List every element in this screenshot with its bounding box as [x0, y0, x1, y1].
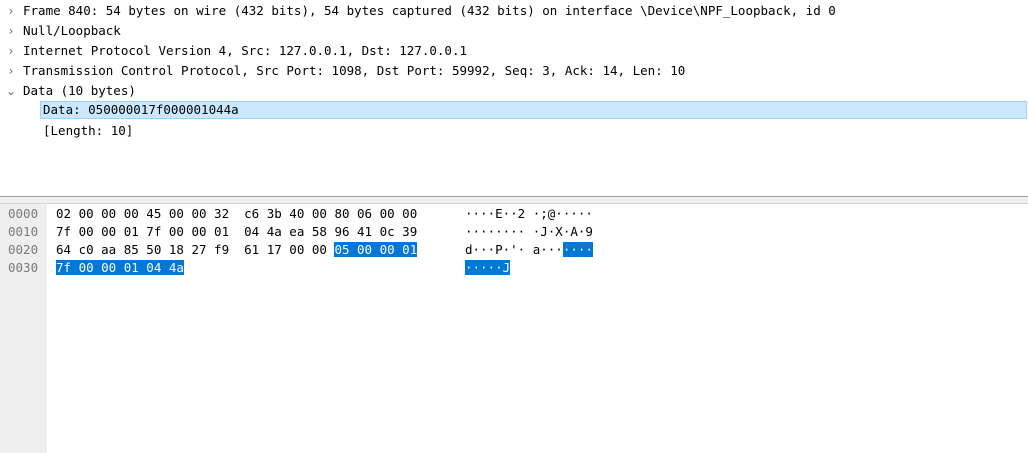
ascii-row[interactable]: ·····J: [465, 259, 511, 277]
tree-label-length: [Length: 10]: [43, 123, 134, 138]
chevron-right-icon[interactable]: ›: [6, 41, 16, 61]
tree-label-data-value: Data: 050000017f000001044a: [43, 102, 239, 117]
chevron-down-icon[interactable]: ⌄: [6, 81, 16, 101]
chevron-right-icon[interactable]: ›: [6, 21, 16, 41]
packet-details-pane[interactable]: › Frame 840: 54 bytes on wire (432 bits)…: [0, 0, 1028, 196]
tree-row-ipv4[interactable]: › Internet Protocol Version 4, Src: 127.…: [0, 41, 467, 61]
offset-label: 0010: [8, 224, 39, 239]
tree-row-length[interactable]: [Length: 10]: [0, 121, 133, 141]
hex-bytes-highlighted[interactable]: 7f 00 00 01 04 4a: [56, 260, 184, 275]
hex-bytes[interactable]: 64 c0 aa 85 50 18 27 f9 61 17 00 00: [56, 242, 334, 257]
offset-label: 0000: [8, 206, 39, 221]
chevron-right-icon[interactable]: ›: [6, 1, 16, 21]
ascii-chars-highlighted[interactable]: ····: [562, 242, 593, 257]
ascii-row[interactable]: d···P·'· a·······: [465, 241, 593, 259]
hex-row[interactable]: 64 c0 aa 85 50 18 27 f9 61 17 00 00 05 0…: [56, 241, 418, 259]
ascii-row[interactable]: ········ ·J·X·A·9: [465, 223, 593, 241]
hex-row[interactable]: 02 00 00 00 45 00 00 32 c6 3b 40 00 80 0…: [56, 205, 417, 223]
tree-row-data[interactable]: ⌄ Data (10 bytes): [0, 81, 136, 101]
hex-bytes-highlighted[interactable]: 05 00 00 01: [334, 242, 418, 257]
offset-label: 0030: [8, 260, 39, 275]
tree-row-tcp[interactable]: › Transmission Control Protocol, Src Por…: [0, 61, 686, 81]
tree-label-frame: Frame 840: 54 bytes on wire (432 bits), …: [23, 3, 836, 18]
tree-row-frame[interactable]: › Frame 840: 54 bytes on wire (432 bits)…: [0, 1, 836, 21]
ascii-row[interactable]: ····E··2 ·;@·····: [465, 205, 593, 223]
tree-row-data-value[interactable]: Data: 050000017f000001044a: [0, 100, 239, 120]
ascii-chars-highlighted[interactable]: ·····J: [465, 260, 511, 275]
hex-row[interactable]: 7f 00 00 01 7f 00 00 01 04 4a ea 58 96 4…: [56, 223, 417, 241]
chevron-right-icon[interactable]: ›: [6, 61, 16, 81]
tree-row-null-loopback[interactable]: › Null/Loopback: [0, 21, 121, 41]
tree-label-null-loopback: Null/Loopback: [23, 23, 121, 38]
tree-label-data: Data (10 bytes): [23, 83, 136, 98]
pane-splitter[interactable]: [0, 196, 1028, 204]
offset-label: 0020: [8, 242, 39, 257]
tree-label-ipv4: Internet Protocol Version 4, Src: 127.0.…: [23, 43, 468, 58]
ascii-chars[interactable]: d···P·'· a···: [465, 242, 563, 257]
hex-row[interactable]: 7f 00 00 01 04 4a: [56, 259, 184, 277]
packet-bytes-pane[interactable]: 0000 02 00 00 00 45 00 00 32 c6 3b 40 00…: [0, 204, 1028, 453]
tree-label-tcp: Transmission Control Protocol, Src Port:…: [23, 63, 686, 78]
